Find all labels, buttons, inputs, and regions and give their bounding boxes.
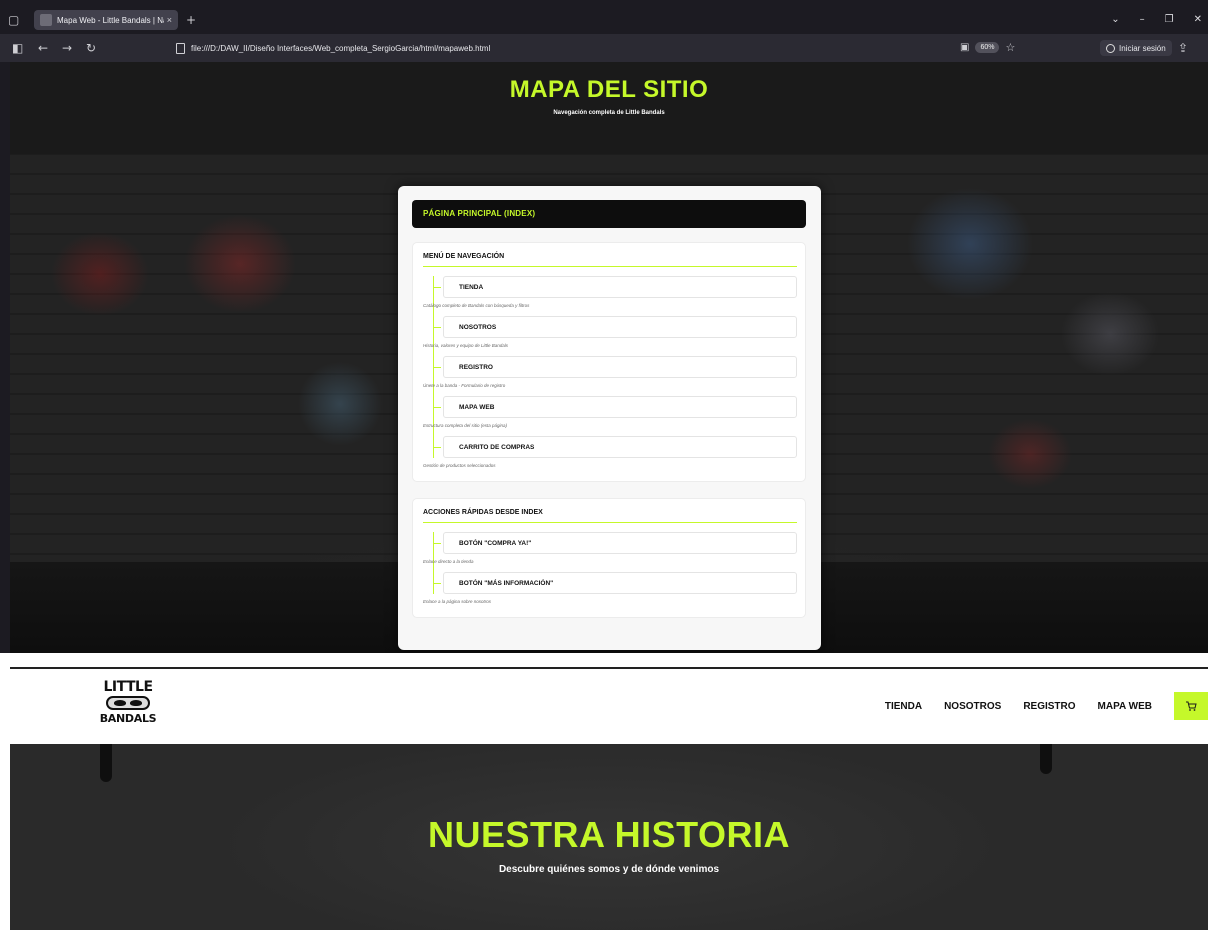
firefox-view-icon[interactable]: ▢ — [8, 8, 19, 32]
url-bar[interactable]: file:///D:/DAW_II/Diseño Interfaces/Web_… — [176, 39, 1046, 57]
sitemap-item-box[interactable]: CARRITO DE COMPRAS — [443, 436, 797, 458]
new-tab-icon[interactable]: + — [186, 8, 196, 32]
sitemap-item-description: Gestión de productos seleccionados — [423, 463, 496, 468]
logo-bandana-icon — [106, 696, 150, 710]
page-icon — [176, 42, 185, 54]
extensions-icon[interactable]: ⇪ — [1178, 34, 1188, 62]
quick-actions-section: ACCIONES RÁPIDAS DESDE INDEX BOTÓN "COMP… — [412, 498, 806, 618]
account-icon — [1106, 43, 1115, 53]
sitemap-item-carrito[interactable]: CARRITO DE COMPRAS Gestión de productos … — [423, 436, 797, 476]
sitemap-item-registro[interactable]: REGISTRO Únete a la banda - Formulario d… — [423, 356, 797, 396]
main-nav: TIENDA NOSOTROS REGISTRO MAPA WEB — [885, 692, 1208, 720]
sitemap-title: MAPA DEL SITIO — [509, 76, 709, 103]
logo-text-bottom: BANDALS — [99, 712, 157, 725]
main-page-link[interactable]: PÁGINA PRINCIPAL (INDEX) — [412, 200, 806, 228]
tab-favicon-icon — [40, 14, 52, 26]
sitemap-item-label: TIENDA — [459, 284, 484, 291]
zoom-badge[interactable]: 60% — [975, 42, 1000, 53]
zoom-area: ▣ 60% ☆ — [960, 41, 1015, 54]
sitemap-item-description: Estructura completa del sitio (esta pági… — [423, 423, 508, 428]
reader-mode-icon[interactable]: ▣ — [960, 42, 969, 53]
cart-icon — [1186, 701, 1197, 711]
sitemap-item-description: Únete a la banda - Formulario de registr… — [423, 383, 506, 388]
sitemap-item-box[interactable]: MAPA WEB — [443, 396, 797, 418]
sitemap-item-box[interactable]: BOTÓN "COMPRA YA!" — [443, 532, 797, 554]
minimize-icon[interactable]: – — [1140, 8, 1145, 32]
hero-title: NUESTRA HISTORIA — [427, 814, 791, 855]
quick-actions-heading: ACCIONES RÁPIDAS DESDE INDEX — [423, 509, 797, 523]
tree-branch — [433, 543, 441, 544]
cart-button[interactable] — [1174, 692, 1208, 720]
sitemap-item-label: BOTÓN "COMPRA YA!" — [459, 540, 532, 547]
navigation-toolbar: ◧ ← → ↻ file:///D:/DAW_II/Diseño Interfa… — [0, 34, 1208, 62]
tab-close-icon[interactable]: × — [167, 15, 172, 25]
signin-button[interactable]: Iniciar sesión — [1100, 40, 1172, 56]
window-controls: ⌄ – ❐ ✕ — [1111, 8, 1202, 32]
bookmark-star-icon[interactable]: ☆ — [1005, 41, 1015, 54]
nav-link-mapa-web[interactable]: MAPA WEB — [1098, 701, 1152, 712]
site-header: LITTLE BANDALS TIENDA NOSOTROS REGISTRO … — [10, 669, 1208, 744]
tree-branch — [433, 287, 441, 288]
back-icon[interactable]: ← — [38, 34, 48, 62]
sitemap-item-label: REGISTRO — [459, 364, 493, 371]
sitemap-item-box[interactable]: TIENDA — [443, 276, 797, 298]
signin-label: Iniciar sesión — [1119, 43, 1166, 53]
browser-tab-active[interactable]: Mapa Web - Little Bandals | Navega × — [34, 10, 178, 30]
sitemap-item-description: Historia, valores y equipo de Little Ban… — [423, 343, 509, 348]
sitemap-item-label: CARRITO DE COMPRAS — [459, 444, 535, 451]
sitemap-item-label: NOSOTROS — [459, 324, 497, 331]
paint-drip — [1040, 744, 1052, 774]
nav-link-tienda[interactable]: TIENDA — [885, 701, 922, 712]
main-page-label: PÁGINA PRINCIPAL (INDEX) — [423, 209, 536, 218]
sitemap-card: PÁGINA PRINCIPAL (INDEX) MENÚ DE NAVEGAC… — [398, 186, 821, 650]
tree-branch — [433, 583, 441, 584]
navigation-menu-section: MENÚ DE NAVEGACIÓN TIENDA Catálogo compl… — [412, 242, 806, 482]
close-window-icon[interactable]: ✕ — [1194, 8, 1202, 32]
nav-link-registro[interactable]: REGISTRO — [1023, 701, 1075, 712]
sitemap-item-nosotros[interactable]: NOSOTROS Historia, valores y equipo de L… — [423, 316, 797, 356]
sitemap-item-description: Enlace a la página sobre nosotros — [423, 599, 492, 604]
tab-title: Mapa Web - Little Bandals | Navega — [57, 15, 164, 25]
hero-subtitle: Descubre quiénes somos y de dónde venimo… — [498, 864, 720, 875]
page-viewport: MAPA DEL SITIO Navegación completa de Li… — [10, 62, 1208, 653]
reload-icon[interactable]: ↻ — [86, 34, 96, 62]
sitemap-item-label: MAPA WEB — [459, 404, 495, 411]
sitemap-subtitle: Navegación completa de Little Bandals — [553, 110, 665, 116]
url-text[interactable]: file:///D:/DAW_II/Diseño Interfaces/Web_… — [191, 44, 490, 53]
tab-bar: ▢ Mapa Web - Little Bandals | Navega × +… — [0, 8, 1208, 32]
nav-link-nosotros[interactable]: NOSOTROS — [944, 701, 1001, 712]
maximize-icon[interactable]: ❐ — [1165, 8, 1174, 32]
sitemap-item-box[interactable]: BOTÓN "MÁS INFORMACIÓN" — [443, 572, 797, 594]
tree-branch — [433, 327, 441, 328]
sitemap-item-tienda[interactable]: TIENDA Catálogo completo de Bandals con … — [423, 276, 797, 316]
site-page: LITTLE BANDALS TIENDA NOSOTROS REGISTRO … — [10, 669, 1208, 930]
tree-branch — [433, 407, 441, 408]
logo-eye-icon — [114, 700, 126, 706]
sitemap-header: MAPA DEL SITIO Navegación completa de Li… — [10, 62, 1208, 154]
sitemap-item-description: Enlace directo a la tienda — [423, 559, 474, 564]
forward-icon[interactable]: → — [62, 34, 72, 62]
navigation-menu-heading: MENÚ DE NAVEGACIÓN — [423, 253, 797, 267]
logo-eye-icon — [130, 700, 142, 706]
sitemap-item-description: Catálogo completo de Bandals con búsqued… — [423, 303, 530, 308]
sitemap-item-label: BOTÓN "MÁS INFORMACIÓN" — [459, 580, 554, 587]
screenshot-separator — [0, 653, 1208, 669]
logo-text-top: LITTLE — [103, 679, 153, 695]
sitemap-item-compra-ya[interactable]: BOTÓN "COMPRA YA!" Enlace directo a la t… — [423, 532, 797, 572]
sitemap-item-mapa-web[interactable]: MAPA WEB Estructura completa del sitio (… — [423, 396, 797, 436]
sitemap-item-mas-informacion[interactable]: BOTÓN "MÁS INFORMACIÓN" Enlace a la pági… — [423, 572, 797, 612]
sitemap-item-box[interactable]: REGISTRO — [443, 356, 797, 378]
sitemap-item-box[interactable]: NOSOTROS — [443, 316, 797, 338]
site-logo[interactable]: LITTLE BANDALS — [96, 679, 160, 733]
tree-branch — [433, 367, 441, 368]
sidebar-icon[interactable]: ◧ — [12, 34, 23, 62]
tree-branch — [433, 447, 441, 448]
paint-drip — [100, 744, 112, 782]
hero-section: NUESTRA HISTORIA Descubre quiénes somos … — [10, 744, 1208, 930]
list-tabs-icon[interactable]: ⌄ — [1111, 8, 1119, 32]
browser-window: ▢ Mapa Web - Little Bandals | Navega × +… — [0, 0, 1208, 653]
